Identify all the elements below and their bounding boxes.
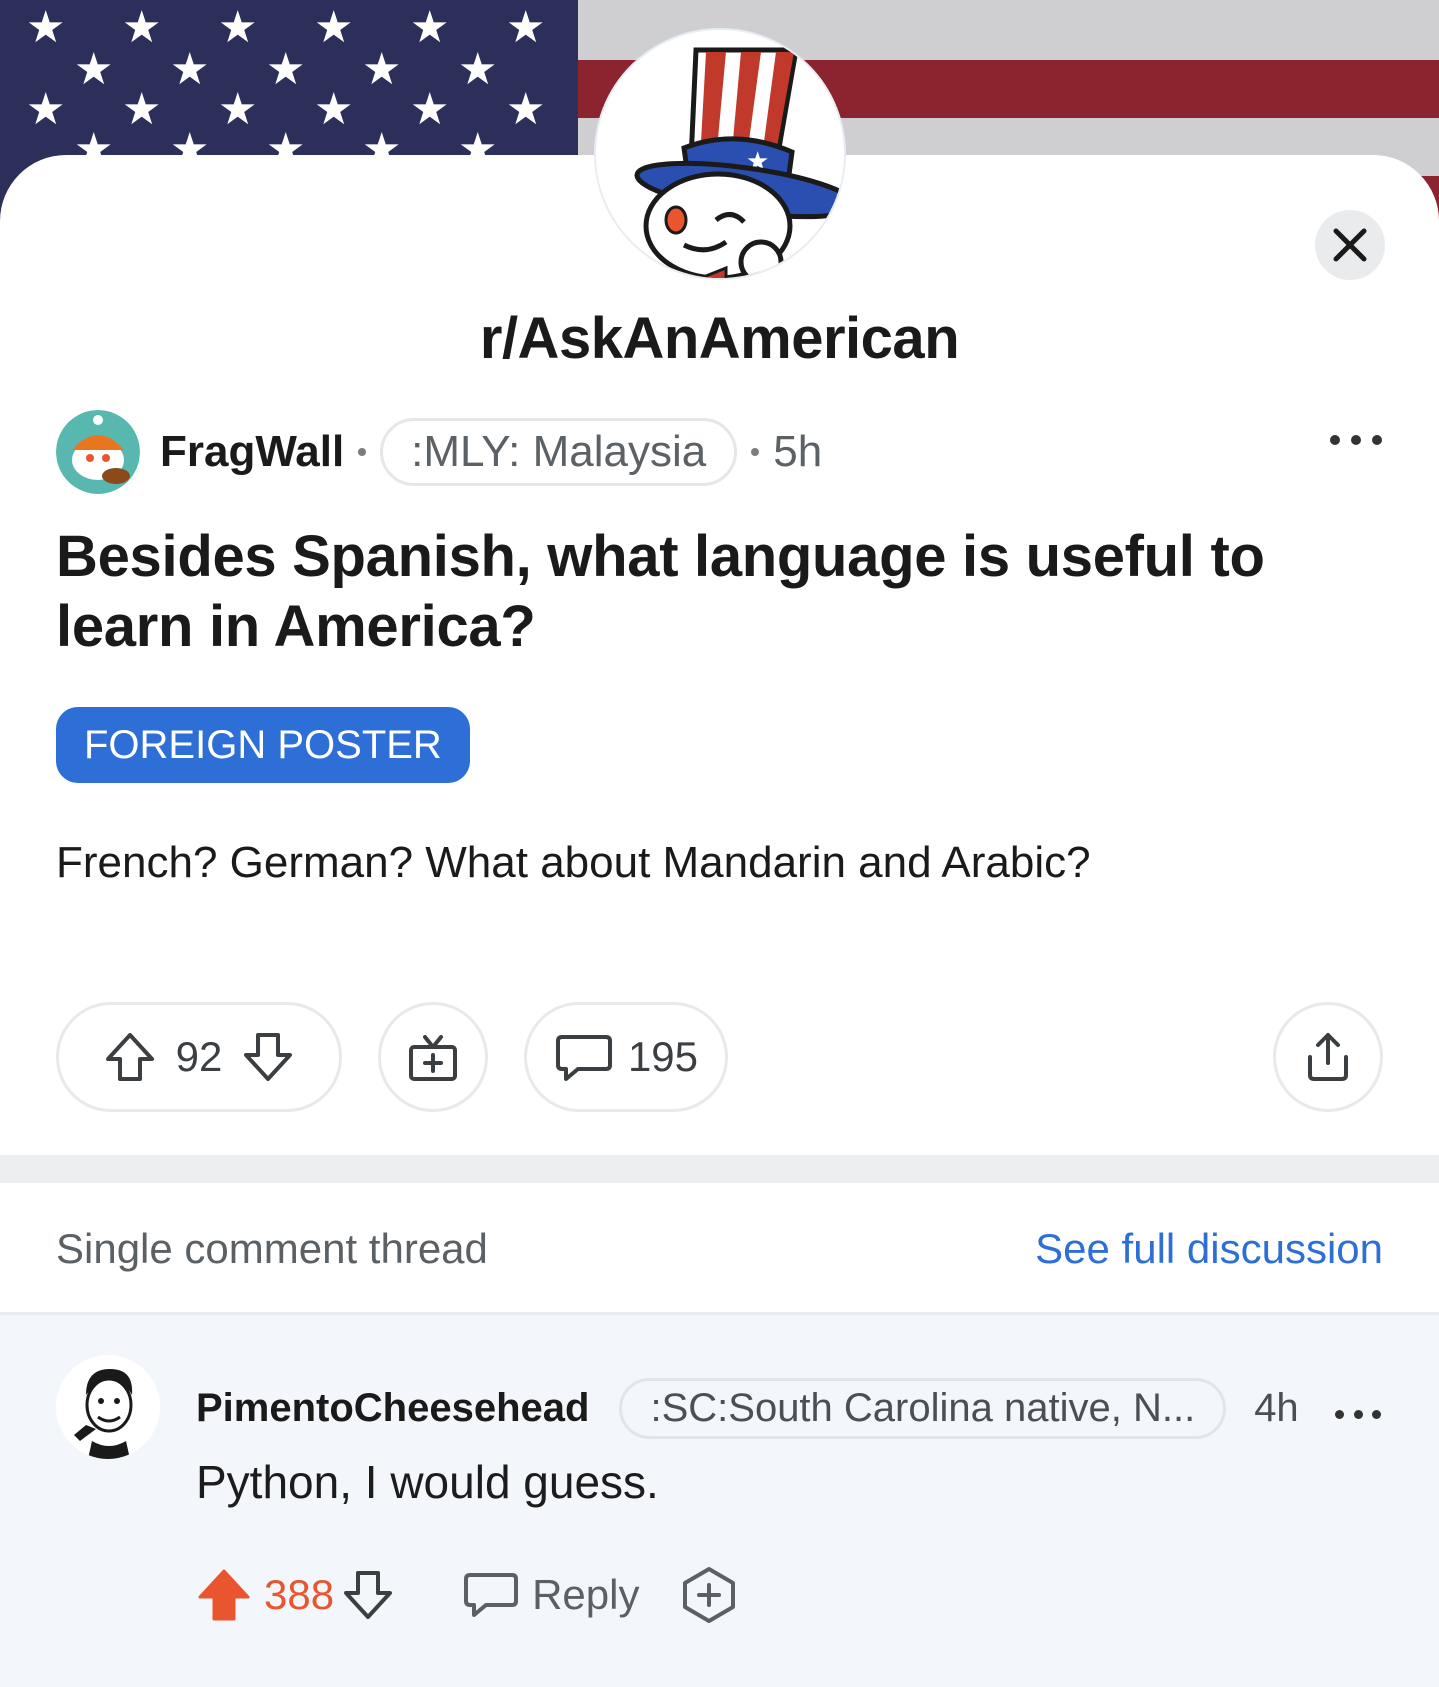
post-score: 92	[175, 1033, 223, 1080]
commenter-avatar[interactable]	[56, 1355, 160, 1459]
section-divider	[0, 1155, 1439, 1183]
vintage-man-avatar-icon	[56, 1355, 160, 1459]
star-icon: ★	[506, 3, 546, 52]
star-icon: ★	[26, 3, 66, 52]
reply-label: Reply	[532, 1571, 640, 1618]
star-icon: ★	[314, 85, 354, 134]
comment-actions: 388 Reply	[196, 1560, 739, 1630]
award-button[interactable]	[378, 1002, 488, 1112]
more-dot-icon	[1372, 1409, 1381, 1419]
star-icon: ★	[362, 45, 402, 94]
gift-award-icon	[409, 1035, 457, 1081]
upvote-filled-icon[interactable]	[196, 1567, 252, 1623]
star-icon: ★	[74, 45, 114, 94]
separator-dot	[358, 448, 367, 456]
author-flair: :MLY: Malaysia	[380, 418, 738, 486]
comment-more-button[interactable]	[1335, 1407, 1381, 1421]
comment-body: Python, I would guess.	[196, 1456, 659, 1508]
separator-dot	[751, 448, 760, 456]
commenter-flair: :SC:South Carolina native, N...	[619, 1377, 1227, 1439]
star-icon: ★	[458, 45, 498, 94]
star-icon: ★	[122, 85, 162, 134]
comment-bubble-icon	[555, 1035, 612, 1081]
star-icon: ★	[170, 45, 210, 94]
post-title: Besides Spanish, what language is useful…	[56, 524, 1265, 659]
author-username[interactable]: FragWall	[160, 427, 344, 477]
post-body: French? German? What about Mandarin and …	[56, 838, 1091, 887]
share-icon	[1308, 1033, 1348, 1081]
post-age: 5h	[773, 427, 823, 476]
star-icon: ★	[266, 45, 306, 94]
subreddit-name[interactable]: r/AskAnAmerican	[0, 305, 1439, 372]
star-icon: ★	[218, 85, 258, 134]
post-flair-badge[interactable]: FOREIGN POSTER	[56, 707, 470, 783]
reply-button[interactable]: Reply	[462, 1569, 639, 1621]
star-icon: ★	[26, 85, 66, 134]
uncle-sam-snoo-icon: ★	[634, 47, 844, 278]
star-icon: ★	[122, 3, 162, 52]
star-icon: ★	[218, 3, 258, 52]
downvote-icon[interactable]	[240, 1029, 296, 1085]
comment-age: 4h	[1254, 1385, 1299, 1430]
reply-bubble-icon	[464, 1573, 519, 1617]
subreddit-avatar[interactable]: ★	[594, 28, 846, 280]
commenter-username[interactable]: PimentoCheesehead	[196, 1386, 589, 1431]
award-plus-icon[interactable]	[679, 1565, 739, 1625]
comment-meta: PimentoCheesehead :SC:South Carolina nat…	[196, 1375, 1299, 1441]
more-dot-icon	[1372, 435, 1382, 445]
vote-pill: 92	[56, 1002, 342, 1112]
star-icon: ★	[314, 3, 354, 52]
comment-score: 388	[264, 1571, 335, 1618]
more-dot-icon	[1335, 1409, 1344, 1419]
upvote-icon[interactable]	[102, 1029, 158, 1085]
comment: PimentoCheesehead :SC:South Carolina nat…	[0, 1312, 1439, 1687]
more-dot-icon	[1330, 435, 1340, 445]
author-avatar[interactable]	[56, 410, 140, 494]
more-dot-icon	[1353, 1409, 1363, 1419]
star-icon: ★	[506, 85, 546, 134]
star-icon: ★	[410, 3, 450, 52]
see-full-discussion-link[interactable]: See full discussion	[1035, 1225, 1383, 1273]
snoo-avatar-icon	[56, 410, 140, 494]
comments-button[interactable]: 195	[524, 1002, 728, 1112]
downvote-icon[interactable]	[340, 1567, 396, 1623]
close-button[interactable]	[1315, 210, 1385, 280]
thread-label: Single comment thread	[56, 1225, 488, 1272]
star-icon: ★	[410, 85, 450, 134]
more-dot-icon	[1351, 435, 1361, 445]
share-button[interactable]	[1273, 1002, 1383, 1112]
comment-count: 195	[627, 1033, 699, 1080]
close-icon	[1333, 228, 1367, 262]
post-more-button[interactable]	[1330, 425, 1382, 455]
post-meta: FragWall :MLY: Malaysia 5h	[56, 410, 823, 494]
